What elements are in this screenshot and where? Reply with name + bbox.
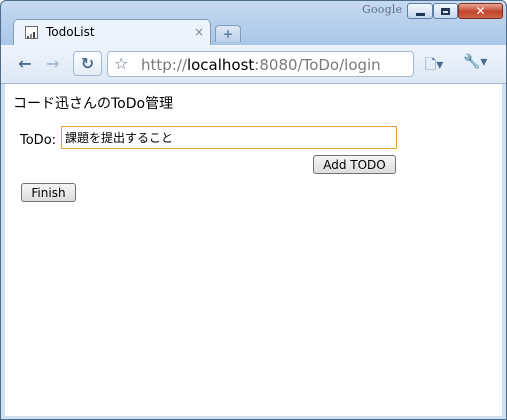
tab-close-icon[interactable]: × bbox=[194, 25, 204, 39]
todo-input[interactable] bbox=[61, 126, 397, 149]
minimize-button[interactable] bbox=[407, 3, 433, 19]
url-host: localhost bbox=[186, 56, 255, 74]
add-todo-button[interactable]: Add TODO bbox=[313, 155, 396, 174]
todo-label: ToDo: bbox=[20, 133, 57, 148]
browser-window: Google ✕ TodoList × + ← → ↻ ☆ http://loc… bbox=[0, 0, 507, 420]
page-menu-icon[interactable]: 🗋▾ bbox=[425, 54, 443, 78]
window-close-button[interactable]: ✕ bbox=[458, 3, 503, 19]
finish-button[interactable]: Finish bbox=[21, 183, 76, 202]
url-scheme: http:// bbox=[141, 56, 187, 74]
page-favicon-icon bbox=[25, 26, 38, 39]
tab-title: TodoList bbox=[46, 25, 95, 39]
page-title: コード迅さんのToDo管理 bbox=[13, 96, 174, 112]
back-button[interactable]: ← bbox=[15, 53, 35, 73]
url-text[interactable]: http://localhost:8080/ToDo/login bbox=[141, 56, 381, 74]
browser-brand: Google bbox=[362, 3, 403, 16]
reload-button[interactable]: ↻ bbox=[73, 51, 102, 76]
tab-todolist[interactable]: TodoList × bbox=[13, 19, 211, 46]
address-bar[interactable]: ☆ http://localhost:8080/ToDo/login ▶ bbox=[107, 51, 414, 77]
close-icon: ✕ bbox=[475, 4, 486, 18]
maximize-button[interactable] bbox=[433, 3, 458, 19]
minimize-icon bbox=[415, 12, 425, 16]
page-content: コード迅さんのToDo管理 ToDo: Add TODO Finish bbox=[5, 84, 502, 416]
new-tab-button[interactable]: + bbox=[215, 25, 241, 42]
url-path: :8080/ToDo/login bbox=[254, 56, 381, 74]
browser-toolbar: ← → ↻ ☆ http://localhost:8080/ToDo/login… bbox=[1, 45, 506, 84]
forward-button[interactable]: → bbox=[43, 53, 63, 73]
bookmark-star-icon[interactable]: ☆ bbox=[114, 54, 128, 73]
wrench-menu-icon[interactable]: 🔧▾ bbox=[463, 54, 487, 70]
maximize-icon bbox=[441, 7, 450, 15]
